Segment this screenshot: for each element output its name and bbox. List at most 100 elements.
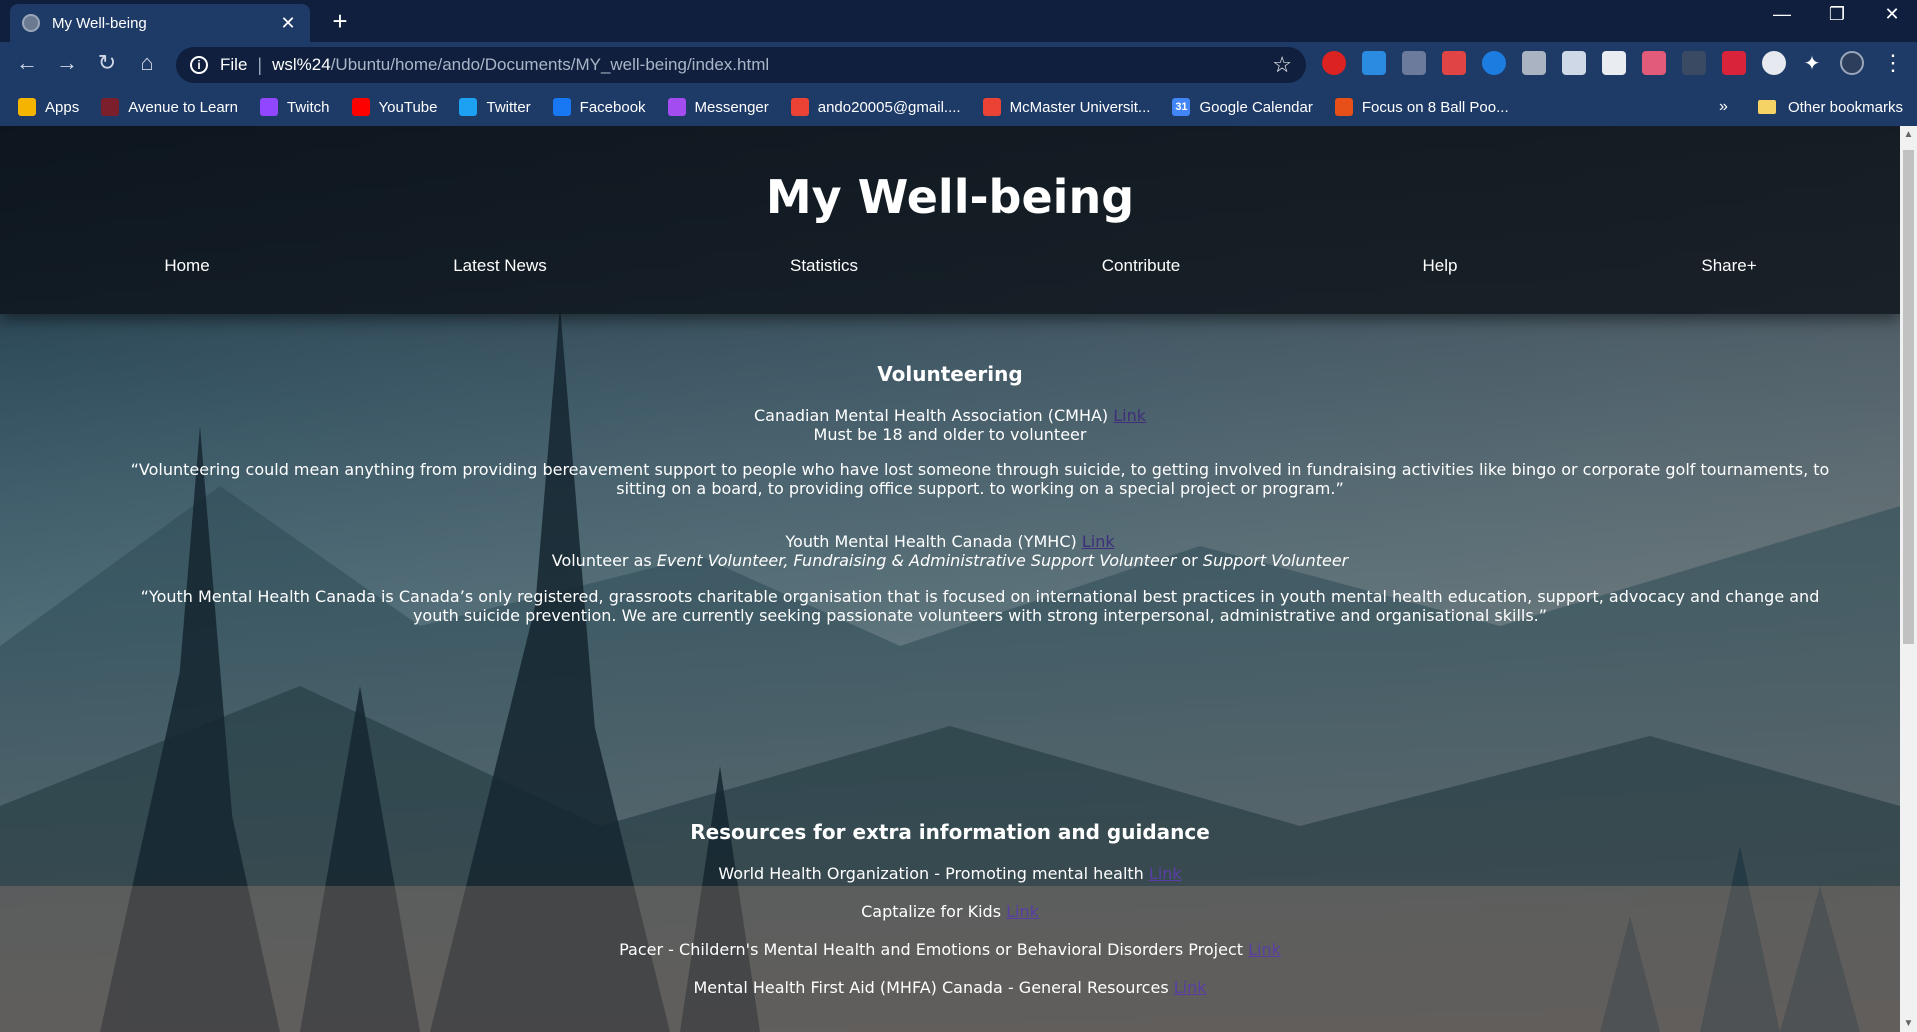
bookmarks-bar: Apps Avenue to Learn Twitch YouTube Twitter F… xyxy=(0,88,1917,126)
nav-statistics-link[interactable]: Statistics xyxy=(790,256,858,276)
bookmark-label: YouTube xyxy=(378,98,438,116)
bookmark-label: McMaster Universit... xyxy=(1009,98,1151,116)
more-bookmarks-button[interactable]: » xyxy=(1719,98,1728,116)
calendar-icon: 31 xyxy=(1172,98,1191,116)
reload-icon[interactable]: ↻ xyxy=(92,50,122,76)
browser-toolbar: ← → ↻ ⌂ i File | wsl%24/Ubuntu/home/ando… xyxy=(0,42,1917,88)
window-extension-icon[interactable] xyxy=(1602,51,1626,75)
volunteering-heading: Volunteering xyxy=(877,362,1023,386)
minimize-icon[interactable]: — xyxy=(1762,4,1802,25)
bookmark-item[interactable]: Twitter xyxy=(459,98,531,116)
m-extension-icon[interactable] xyxy=(1682,51,1706,75)
scroll-down-arrow-icon[interactable]: ▼ xyxy=(1900,1015,1917,1032)
cmha-link[interactable]: Link xyxy=(1113,406,1146,425)
new-tab-button[interactable]: + xyxy=(325,6,355,37)
resource-link-captalize[interactable]: Link xyxy=(1006,902,1039,921)
tab-title: My Well-being xyxy=(52,14,147,32)
twitch-icon xyxy=(260,98,279,116)
url-scheme: File xyxy=(220,55,248,74)
ymhc-note: Volunteer as Event Volunteer, Fundraisin… xyxy=(551,551,1349,570)
scrollbar-thumb[interactable] xyxy=(1903,150,1914,644)
twitter-icon xyxy=(459,98,478,116)
bookmark-item[interactable]: ando20005@gmail.... xyxy=(790,98,961,116)
bookmark-label: Twitter xyxy=(486,98,531,116)
bookmark-item[interactable]: YouTube xyxy=(351,98,438,116)
nav-home-link[interactable]: Home xyxy=(164,256,209,276)
adblock-extension-icon[interactable] xyxy=(1322,51,1346,75)
cmha-note: Must be 18 and older to volunteer xyxy=(813,425,1087,444)
bookmark-item[interactable]: Apps xyxy=(18,98,79,116)
bookmark-item[interactable]: Twitch xyxy=(260,98,330,116)
resource-item: Mental Health First Aid (MHFA) Canada - … xyxy=(693,978,1207,997)
youtube-icon xyxy=(351,98,370,116)
scroll-up-arrow-icon[interactable]: ▲ xyxy=(1900,126,1917,143)
bookmark-label: Avenue to Learn xyxy=(128,98,239,116)
help-extension-icon[interactable] xyxy=(1402,51,1426,75)
puzzle-extensions-icon[interactable]: ✦ xyxy=(1800,51,1824,75)
page-viewport: My Well-being Home Latest News Statistic… xyxy=(0,126,1900,1032)
bookmark-label: ando20005@gmail.... xyxy=(817,98,961,116)
gmail-icon xyxy=(790,98,809,116)
bookmark-label: Focus on 8 Ball Poo... xyxy=(1361,98,1509,116)
resource-item: World Health Organization - Promoting me… xyxy=(718,864,1182,883)
translate-extension-icon[interactable] xyxy=(1562,51,1586,75)
circle-extension-icon[interactable] xyxy=(1762,51,1786,75)
bookmark-label: Facebook xyxy=(579,98,646,116)
nav-latest-news-link[interactable]: Latest News xyxy=(453,256,547,276)
bookmark-item[interactable]: McMaster Universit... xyxy=(982,98,1151,116)
bookmark-item[interactable]: 31 Google Calendar xyxy=(1172,98,1313,116)
site-title: My Well-being xyxy=(765,170,1135,224)
bookmark-label: Google Calendar xyxy=(1199,98,1313,116)
gmail-icon xyxy=(982,98,1001,116)
mail-extension-icon[interactable] xyxy=(1642,51,1666,75)
ymhc-line: Youth Mental Health Canada (YMHC) Link xyxy=(0,532,1900,551)
site-header: My Well-being Home Latest News Statistic… xyxy=(0,126,1900,314)
resources-heading: Resources for extra information and guid… xyxy=(690,820,1210,844)
bookmark-item[interactable]: Messenger xyxy=(667,98,769,116)
close-window-icon[interactable]: ✕ xyxy=(1872,4,1912,25)
clipboard-extension-icon[interactable] xyxy=(1522,51,1546,75)
more-menu-icon[interactable]: ⋮ xyxy=(1882,50,1904,76)
avatar[interactable] xyxy=(1840,51,1864,75)
cmha-quote-line-2: sitting on a board, to providing office … xyxy=(616,479,1344,498)
globe-icon xyxy=(22,14,40,32)
nav-help-link[interactable]: Help xyxy=(1423,256,1458,276)
resource-link-who[interactable]: Link xyxy=(1149,864,1182,883)
bookmark-item[interactable]: Focus on 8 Ball Poo... xyxy=(1334,98,1509,116)
forward-arrow-icon[interactable]: → xyxy=(52,50,82,76)
resource-link-mhfa[interactable]: Link xyxy=(1174,978,1207,997)
bookmark-item[interactable]: Facebook xyxy=(552,98,646,116)
nav-share-link[interactable]: Share+ xyxy=(1701,256,1756,276)
back-arrow-icon[interactable]: ← xyxy=(12,50,42,76)
messenger-icon xyxy=(667,98,686,116)
folder-icon xyxy=(1757,100,1776,114)
info-icon[interactable]: i xyxy=(190,56,208,74)
url-separator: | xyxy=(257,54,263,75)
ymhc-quote-line-1: “Youth Mental Health Canada is Canada’s … xyxy=(140,587,1820,606)
tab-strip: My Well-being ✕ + — ❐ ✕ xyxy=(0,0,1917,42)
resource-item: Pacer - Childern's Mental Health and Emo… xyxy=(619,940,1281,959)
bookmarks-right: » Other bookmarks xyxy=(1719,88,1903,126)
apps-grid-icon xyxy=(18,98,36,116)
bing-extension-icon[interactable] xyxy=(1482,51,1506,75)
cmha-name: Canadian Mental Health Association (CMHA… xyxy=(753,406,1109,425)
page-scrollbar[interactable]: ▲ ▼ xyxy=(1900,126,1917,1032)
facebook-icon xyxy=(552,98,571,116)
other-bookmarks-button[interactable]: Other bookmarks xyxy=(1788,99,1903,116)
cmha-quote-line-1: “Volunteering could mean anything from p… xyxy=(130,460,1830,479)
resource-link-pacer[interactable]: Link xyxy=(1248,940,1281,959)
bookmark-label: Twitch xyxy=(287,98,330,116)
browser-tab[interactable]: My Well-being ✕ xyxy=(10,4,310,42)
pdf-extension-icon[interactable] xyxy=(1442,51,1466,75)
home-icon[interactable]: ⌂ xyxy=(132,50,162,76)
nav-contribute-link[interactable]: Contribute xyxy=(1102,256,1180,276)
bookmark-item[interactable]: Avenue to Learn xyxy=(101,98,238,116)
url-text[interactable]: wsl%24/Ubuntu/home/ando/Documents/MY_wel… xyxy=(272,55,1272,75)
bookmark-star-icon[interactable]: ☆ xyxy=(1272,52,1292,78)
restore-icon[interactable]: ❐ xyxy=(1817,4,1857,25)
s-extension-icon[interactable] xyxy=(1362,51,1386,75)
ymhc-link[interactable]: Link xyxy=(1082,532,1115,551)
close-tab-icon[interactable]: ✕ xyxy=(278,13,298,34)
game-extension-icon[interactable] xyxy=(1722,51,1746,75)
address-bar[interactable]: i File | wsl%24/Ubuntu/home/ando/Documen… xyxy=(176,47,1306,83)
